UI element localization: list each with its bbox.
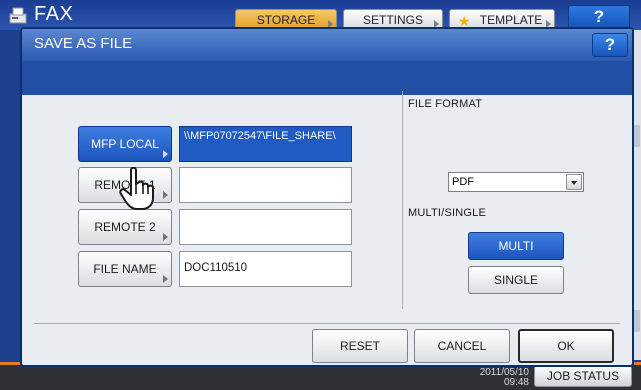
tab-storage-label: STORAGE [256,13,316,27]
app-help-button[interactable]: ? [568,5,630,29]
dialog-header-band [22,61,632,95]
job-status-button[interactable]: JOB STATUS [534,365,632,387]
file-format-value: PDF [452,176,474,188]
dialog-help-button[interactable]: ? [592,33,628,57]
footer-divider [34,323,620,324]
single-button[interactable]: SINGLE [468,266,564,294]
tab-settings-label: SETTINGS [362,13,423,27]
file-name-button[interactable]: FILE NAME [78,251,172,287]
multi-button[interactable]: MULTI [468,232,564,260]
remote-2-path-field[interactable] [179,209,352,245]
clock-time: 09:48 [503,377,529,388]
arrow-icon [163,233,168,241]
column-divider [402,91,403,309]
fax-machine-icon [9,7,27,24]
arrow-icon [163,275,168,283]
ok-button[interactable]: OK [518,329,614,363]
save-as-file-dialog: SAVE AS FILE ? MFP LOCAL \\MFP07072547\F… [20,27,634,367]
cancel-button[interactable]: CANCEL [414,329,510,363]
file-format-select[interactable]: PDF [448,172,584,192]
mfp-local-label: MFP LOCAL [91,137,159,151]
clock: 2011/05/10 09:48 [467,368,529,388]
mfp-local-path-field[interactable]: \\MFP07072547\FILE_SHARE\ [179,126,352,162]
left-strip [0,30,14,360]
dialog-title: SAVE AS FILE [34,35,133,52]
file-format-label: FILE FORMAT [408,98,483,110]
reset-button[interactable]: RESET [312,329,408,363]
arrow-icon [163,150,168,158]
remote-2-label: REMOTE 2 [94,220,156,234]
dropdown-arrow-icon[interactable] [566,174,582,190]
tab-template-label: TEMPLATE [479,13,543,27]
file-name-label: FILE NAME [93,262,157,276]
arrow-icon [163,191,168,199]
app-title: FAX [34,3,74,25]
file-name-field[interactable]: DOC110510 [179,251,352,287]
hand-pointer-icon [119,167,154,210]
dialog-title-bar: SAVE AS FILE ? [22,29,632,61]
multi-single-label: MULTI/SINGLE [408,207,486,219]
mfp-local-button[interactable]: MFP LOCAL [78,126,172,162]
remote-1-path-field[interactable] [179,167,352,203]
remote-2-button[interactable]: REMOTE 2 [78,209,172,245]
